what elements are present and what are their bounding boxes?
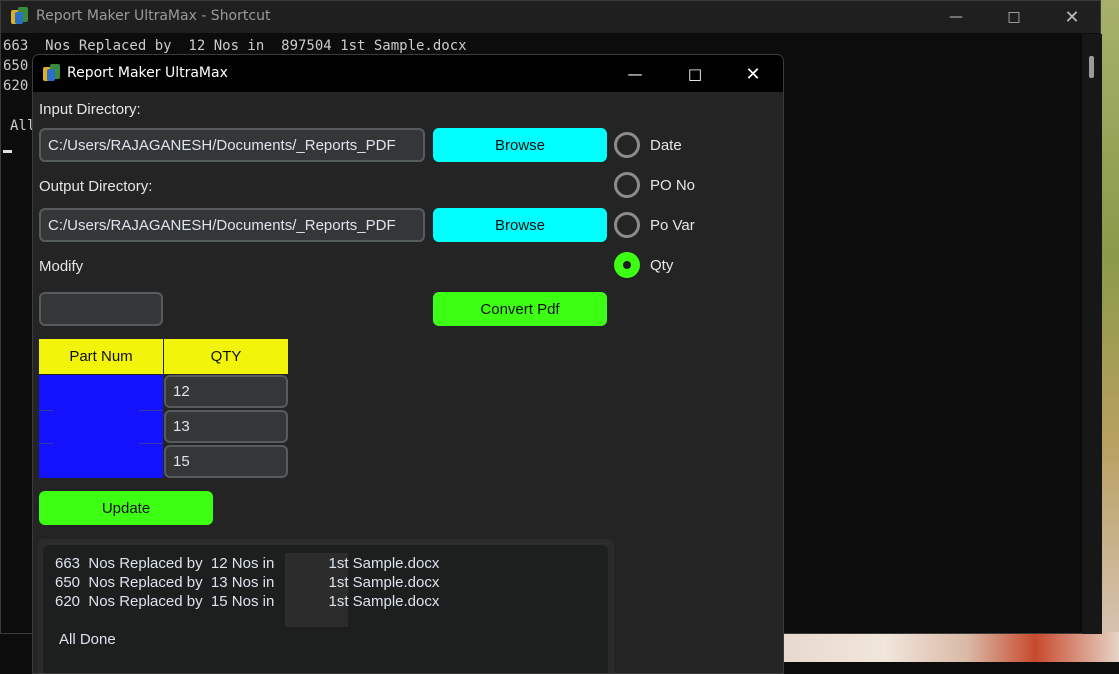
scrollbar-thumb[interactable] [1089,56,1094,78]
radio-date-label: Date [650,137,682,154]
close-icon[interactable]: ✕ [723,57,783,91]
radio-po-var-label: Po Var [650,217,695,234]
radio-date[interactable] [614,132,640,158]
part-num-cells[interactable] [39,375,163,478]
output-directory-label: Output Directory: [39,178,153,195]
log-line: 620 Nos Replaced by 15 Nos in 1st Sample… [55,593,440,610]
radio-qty-label: Qty [650,257,674,274]
input-directory-field[interactable]: C:/Users/RAJAGANESH/Documents/_Reports_P… [39,128,425,162]
app-titlebar[interactable]: Report Maker UltraMax — □ ✕ [33,55,783,92]
qty-field[interactable]: 13 [164,410,288,443]
console-cursor [3,150,12,153]
radio-qty[interactable] [614,252,640,278]
maximize-icon[interactable]: □ [665,57,725,91]
console-title: Report Maker UltraMax - Shortcut [36,8,271,24]
log-done: All Done [59,631,116,648]
modify-label: Modify [39,258,84,275]
app-window: Report Maker UltraMax — □ ✕ Input Direct… [32,54,784,674]
console-line: 650 [3,58,29,74]
console-scrollbar[interactable] [1082,34,1102,634]
header-qty: QTY [164,339,288,374]
output-browse-button[interactable]: Browse [433,208,607,242]
input-browse-button[interactable]: Browse [433,128,607,162]
log-line: 650 Nos Replaced by 13 Nos in 1st Sample… [55,574,440,591]
minimize-icon[interactable]: — [927,1,985,33]
update-button[interactable]: Update [39,491,213,525]
app-title: Report Maker UltraMax [67,65,228,81]
app-logo-icon [43,64,61,82]
console-titlebar[interactable]: Report Maker UltraMax - Shortcut — □ ✕ [1,1,1100,33]
maximize-icon[interactable]: □ [985,1,1043,33]
qty-field[interactable]: 15 [164,445,288,478]
radio-po-no-label: PO No [650,177,696,194]
console-line: 620 [3,78,29,94]
radio-po-no[interactable] [614,172,640,198]
cell-divider [39,443,53,444]
cell-divider [39,410,53,411]
background-photo-edge [1100,0,1119,632]
qty-field[interactable]: 12 [164,375,288,408]
minimize-icon[interactable]: — [605,57,665,91]
header-part-num: Part Num [39,339,163,374]
output-directory-field[interactable]: C:/Users/RAJAGANESH/Documents/_Reports_P… [39,208,425,242]
close-icon[interactable]: ✕ [1043,1,1101,33]
convert-pdf-button[interactable]: Convert Pdf [433,292,607,326]
modify-input[interactable] [39,292,163,326]
app-logo-icon [11,7,29,25]
cell-divider [139,443,163,444]
console-line: 663 Nos Replaced by 12 Nos in 897504 1st… [3,38,467,54]
cell-divider [139,410,163,411]
input-directory-label: Input Directory: [39,101,141,118]
radio-po-var[interactable] [614,212,640,238]
log-line: 663 Nos Replaced by 12 Nos in 1st Sample… [55,555,440,572]
background-photo [784,632,1119,662]
